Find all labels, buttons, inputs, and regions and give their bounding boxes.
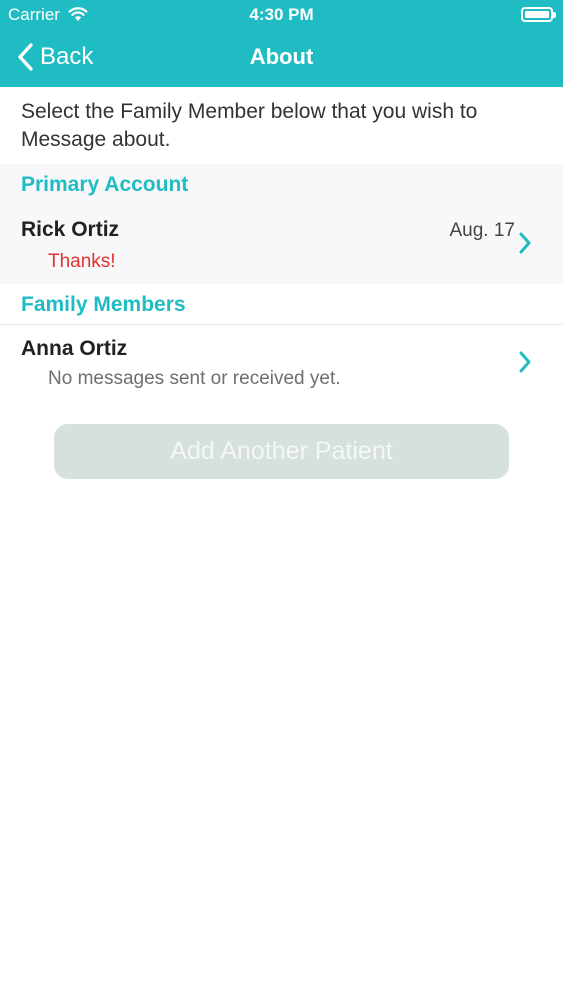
list-item-rick-ortiz[interactable]: Rick Ortiz Aug. 17 Thanks! (0, 206, 563, 284)
last-message-preview: Thanks! (48, 251, 116, 272)
chevron-right-icon (519, 351, 531, 373)
navigation-bar: Carrier 4:30 PM Back About (0, 0, 563, 87)
message-date: Aug. 17 (449, 220, 516, 241)
status-bar: Carrier 4:30 PM (0, 0, 563, 30)
list-item-anna-ortiz[interactable]: Anna Ortiz No messages sent or received … (0, 325, 563, 403)
section-header-label: Family Members (21, 293, 186, 316)
member-name: Anna Ortiz (21, 337, 128, 360)
member-name: Rick Ortiz (21, 218, 120, 241)
add-another-patient-button[interactable]: Add Another Patient (54, 424, 509, 479)
chevron-right-icon (519, 232, 531, 254)
instruction-text: Select the Family Member below that you … (21, 100, 478, 151)
battery-icon (521, 7, 556, 22)
section-header-family-members: Family Members (0, 284, 563, 326)
section-header-primary-account: Primary Account (0, 164, 563, 206)
page-title: About (249, 44, 314, 69)
status-time: 4:30 PM (249, 5, 314, 24)
last-message-preview: No messages sent or received yet. (48, 368, 341, 389)
section-header-label: Primary Account (21, 173, 189, 196)
